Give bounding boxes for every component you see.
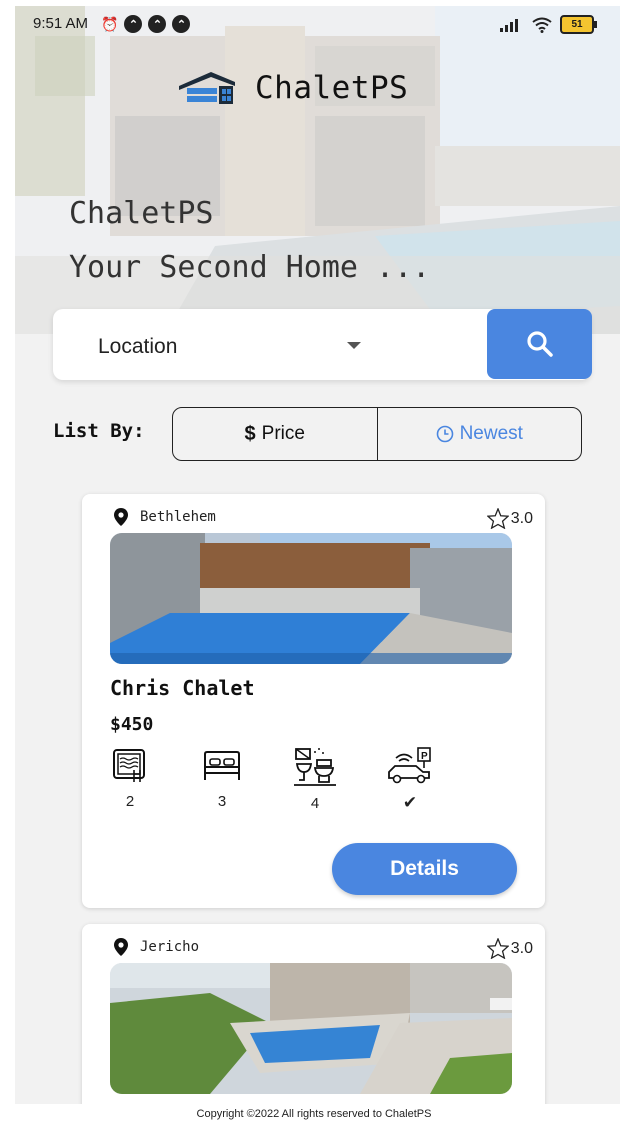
location-pin-icon	[114, 938, 128, 956]
listing-photo[interactable]	[110, 533, 512, 664]
sort-by-price-button[interactable]: $ Price	[173, 408, 377, 460]
house-logo-icon	[179, 72, 235, 104]
listing-location: Bethlehem	[114, 508, 216, 526]
location-dropdown[interactable]: Location	[98, 335, 177, 359]
amenity-parking: P ✔	[385, 746, 435, 813]
star-outline-icon	[486, 938, 509, 959]
system-icons: 51	[500, 15, 597, 34]
app-notification-icon: ⌃	[172, 15, 191, 33]
amenity-value: ✔	[402, 793, 418, 812]
notification-icons: ⏰ ⌃ ⌃ ⌃	[101, 15, 191, 33]
app-notification-icon: ⌃	[124, 15, 143, 33]
signal-icon	[500, 18, 518, 32]
listing-photo[interactable]	[110, 963, 512, 1094]
list-by-label: List By:	[53, 420, 145, 442]
status-time: 9:51 AM	[33, 15, 89, 32]
status-bar: 9:51 AM ⏰ ⌃ ⌃ ⌃ 51	[15, 6, 620, 42]
amenity-bathrooms: 4	[290, 746, 340, 812]
battery-icon: 51	[560, 15, 597, 34]
rating-value: 3.0	[510, 939, 533, 957]
location-search-bar: Location	[53, 309, 592, 380]
listing-card[interactable]: Bethlehem 3.0 Chris Chalet $450 2 3 4 P …	[82, 494, 545, 908]
hero-banner: 9:51 AM ⏰ ⌃ ⌃ ⌃ 51 ChaletPS ChaletPS You…	[15, 6, 620, 334]
bathroom-icon	[294, 748, 336, 786]
listing-location-text: Jericho	[140, 939, 200, 955]
amenity-pools: 2	[105, 746, 155, 810]
sort-newest-label: Newest	[459, 423, 523, 444]
parking-icon: P	[388, 747, 431, 784]
search-button[interactable]	[487, 309, 592, 379]
dropdown-caret-icon[interactable]	[347, 342, 361, 349]
amenity-beds: 3	[197, 746, 247, 810]
location-pin-icon	[114, 508, 128, 526]
sort-price-label: Price	[261, 423, 305, 444]
bed-icon	[204, 751, 240, 780]
amenity-value: 2	[125, 793, 135, 810]
alarm-off-icon: ⏰	[101, 15, 119, 32]
amenity-value: 3	[217, 793, 227, 810]
dollar-icon: $	[244, 422, 256, 445]
clock-icon	[436, 425, 453, 443]
wifi-icon	[532, 17, 552, 33]
details-button[interactable]: Details	[332, 843, 517, 895]
listing-location: Jericho	[114, 938, 199, 956]
listing-title: Chris Chalet	[110, 676, 255, 700]
star-outline-icon	[486, 508, 509, 529]
sort-by-newest-button[interactable]: Newest	[376, 408, 582, 460]
brand-header: ChaletPS	[177, 68, 408, 108]
listing-price: $450	[110, 714, 154, 735]
app-screen: 9:51 AM ⏰ ⌃ ⌃ ⌃ 51 ChaletPS ChaletPS You…	[15, 6, 620, 1104]
pool-icon	[113, 749, 145, 782]
listing-location-text: Bethlehem	[140, 509, 216, 525]
hero-title: ChaletPS	[69, 196, 214, 231]
rating-value: 3.0	[510, 509, 533, 527]
listing-rating: 3.0	[486, 508, 533, 529]
footer-copyright: Copyright ©2022 All rights reserved to C…	[196, 1108, 432, 1120]
svg-text:P: P	[421, 751, 428, 762]
listing-rating: 3.0	[486, 938, 533, 959]
sort-toggle: $ Price Newest	[172, 407, 582, 461]
amenity-value: 4	[310, 795, 320, 812]
listing-card[interactable]: Jericho 3.0	[82, 924, 545, 1104]
search-icon	[526, 331, 553, 357]
hero-subtitle: Your Second Home ...	[69, 250, 431, 285]
brand-name: ChaletPS	[255, 70, 409, 106]
app-notification-icon: ⌃	[148, 15, 167, 33]
